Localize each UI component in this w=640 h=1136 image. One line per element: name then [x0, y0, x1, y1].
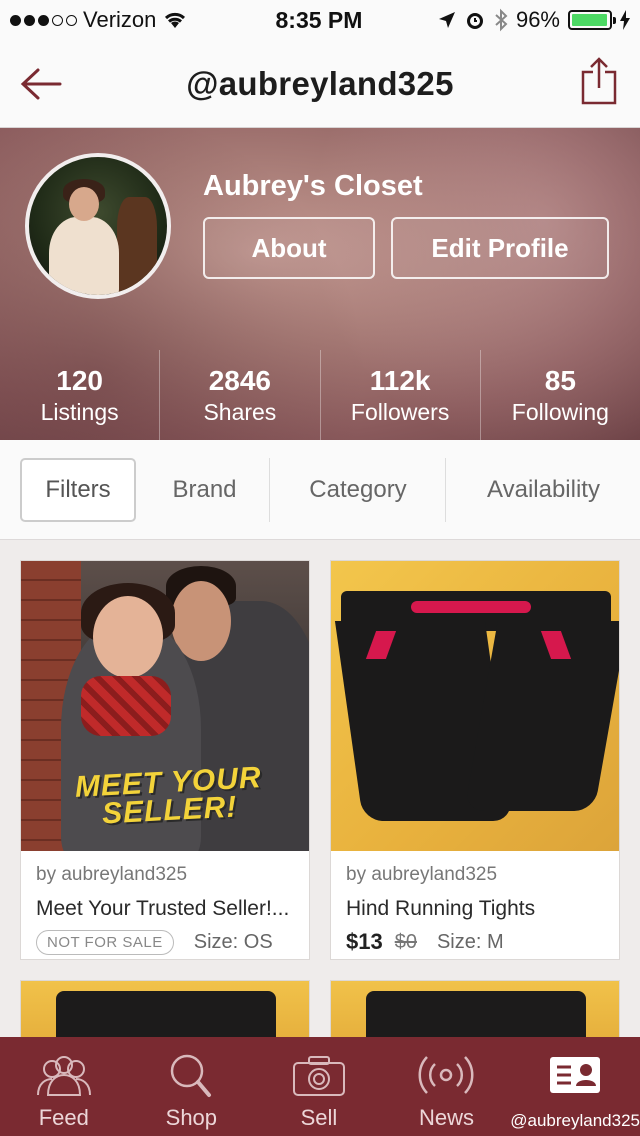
listing-info: by aubreyland325 Meet Your Trusted Selle… [21, 851, 309, 965]
navigation-bar: @aubreyland325 [0, 40, 640, 128]
about-button[interactable]: About [203, 217, 375, 279]
battery-icon [568, 10, 616, 30]
listing-title[interactable]: Meet Your Trusted Seller!... [36, 891, 294, 927]
charging-bolt-icon [620, 10, 630, 30]
listing-original-price: $0 [394, 930, 417, 953]
tab-label: Feed [38, 1105, 89, 1130]
not-for-sale-badge: NOT FOR SALE [36, 929, 174, 955]
listing-title[interactable]: Hind Running Tights [346, 891, 604, 927]
listing-seller[interactable]: by aubreyland325 [36, 859, 294, 891]
location-arrow-icon [438, 12, 455, 28]
listing-card[interactable]: by aubreyland325 Hind Running Tights $13… [330, 560, 620, 960]
tab-feed[interactable]: Feed [0, 1037, 128, 1136]
listing-card[interactable] [330, 980, 620, 1037]
avatar[interactable] [25, 153, 171, 299]
stat-value: 120 [56, 364, 103, 396]
tab-shop[interactable]: Shop [128, 1037, 256, 1136]
filter-bar: Filters Brand Category Availability [0, 440, 640, 540]
status-bar: Verizon 8:35 PM 96% [0, 0, 640, 40]
closet-name: Aubrey's Closet [203, 170, 423, 202]
stat-value: 112k [369, 364, 431, 396]
signal-strength-icon [10, 14, 77, 26]
filters-button[interactable]: Filters [20, 458, 136, 522]
page-title: @aubreyland325 [186, 64, 454, 102]
stat-label: Followers [350, 398, 450, 425]
listing-card[interactable] [20, 980, 310, 1037]
search-icon [171, 1054, 212, 1097]
profile-card-icon [550, 1057, 601, 1093]
carrier-name: Verizon [83, 7, 157, 32]
stat-label: Following [511, 398, 609, 425]
listing-price: $13 [346, 929, 383, 954]
bluetooth-icon [495, 8, 508, 32]
share-icon[interactable] [580, 56, 618, 106]
listing-seller[interactable]: by aubreyland325 [346, 859, 604, 891]
stat-value: 2846 [208, 364, 272, 396]
battery-percent: 96% [515, 7, 560, 32]
profile-header: Aubrey's Closet About Edit Profile 120 L… [0, 128, 640, 440]
people-icon [36, 1056, 91, 1096]
listing-size: Size: M [436, 930, 504, 953]
edit-profile-button[interactable]: Edit Profile [391, 217, 609, 279]
tab-label: @aubreyland325 [510, 1111, 640, 1130]
status-time: 8:35 PM [275, 6, 363, 33]
tab-label: News [418, 1105, 474, 1130]
stat-value: 85 [544, 364, 576, 396]
camera-icon [292, 1056, 345, 1096]
listing-card[interactable]: MEET YOUR SELLER! by aubreyland325 Meet … [20, 560, 310, 960]
tab-bar: Feed Shop Sell News @aubreyland325 [0, 1037, 640, 1136]
listing-image[interactable]: MEET YOUR SELLER! [21, 561, 309, 851]
profile-stats: 120 Listings 2846 Shares 112k Followers … [0, 350, 640, 440]
stat-following[interactable]: 85 Following [481, 350, 640, 440]
tab-sell[interactable]: Sell [255, 1037, 383, 1136]
brand-filter[interactable]: Brand [140, 458, 270, 522]
tab-label: Sell [300, 1105, 338, 1130]
wifi-icon [165, 12, 186, 28]
alarm-icon [466, 13, 483, 29]
listing-size: Size: OS [193, 930, 273, 953]
listings-grid: MEET YOUR SELLER! by aubreyland325 Meet … [0, 540, 640, 1037]
stat-label: Listings [40, 398, 119, 425]
tab-label: Shop [165, 1105, 218, 1130]
broadcast-icon [418, 1056, 474, 1094]
tab-news[interactable]: News [383, 1037, 511, 1136]
availability-filter[interactable]: Availability [447, 458, 640, 522]
stat-followers[interactable]: 112k Followers [321, 350, 481, 440]
listing-info: by aubreyland325 Hind Running Tights $13… [331, 851, 619, 965]
stat-label: Shares [203, 398, 277, 425]
listing-image[interactable] [331, 561, 619, 851]
stat-listings[interactable]: 120 Listings [0, 350, 161, 440]
stat-shares[interactable]: 2846 Shares [160, 350, 321, 440]
back-arrow-icon[interactable] [18, 62, 64, 106]
status-right: 96% [438, 7, 630, 33]
category-filter[interactable]: Category [271, 458, 446, 522]
tab-profile[interactable]: @aubreyland325 [510, 1037, 640, 1136]
